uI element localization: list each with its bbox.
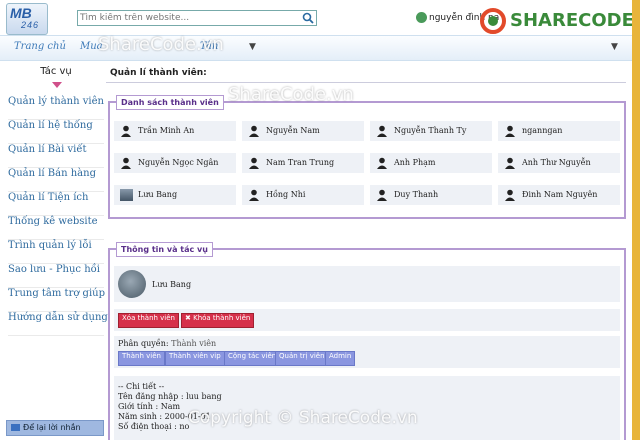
watermark-top: ShareCode.vn <box>98 34 224 55</box>
member-card[interactable]: Nguyễn Nam <box>242 121 364 141</box>
ban-member-label: Khóa thành viên <box>193 314 251 322</box>
member-card[interactable]: Nguyễn Thanh Ty <box>370 121 492 141</box>
sidebar-item-errors[interactable]: Trình quản lý lỗi <box>8 240 104 264</box>
sidebar-item-help[interactable]: Trung tâm trợ giúp <box>8 288 105 312</box>
member-card[interactable]: Trần Minh An <box>114 121 236 141</box>
sidebar-tab[interactable]: Tác vụ <box>8 66 104 88</box>
role-button-member[interactable]: Thành viên <box>118 351 165 366</box>
selected-member-name: Lưu Bang <box>152 280 192 289</box>
user-icon <box>377 157 387 169</box>
member-name: Nam Tran Trung <box>266 158 335 167</box>
sharecode-logo-text: SHARECODE.vn <box>510 10 632 31</box>
watermark-bottom: Copyright © ShareCode.vn <box>188 408 418 428</box>
window-edge <box>632 0 640 440</box>
member-name: Anh Thư Nguyễn <box>522 158 591 167</box>
detail-gender: Giới tính : Nam <box>118 402 181 411</box>
permission-value: Thành viên <box>171 339 217 348</box>
details-header: -- Chi tiết -- <box>118 382 165 391</box>
user-icon <box>249 157 259 169</box>
leave-message-button[interactable]: Để lại lời nhắn <box>6 420 104 436</box>
search-box[interactable] <box>77 10 317 26</box>
permission-row: Phân quyền: Thành viên Thành viên Thành … <box>114 336 620 368</box>
user-icon <box>377 189 387 201</box>
chevron-down-icon[interactable]: ▼ <box>249 42 256 52</box>
member-card[interactable]: Hồng Nhi <box>242 185 364 205</box>
user-icon <box>121 157 131 169</box>
logo-text-top: MB <box>10 5 32 21</box>
sidebar-tab-title: Tác vụ <box>40 66 72 77</box>
sidebar-item-statistics[interactable]: Thống kê website <box>8 216 104 240</box>
info-legend: Thông tin và tác vụ <box>116 242 213 257</box>
sidebar: Quản lý thành viên Quản lí hệ thống Quản… <box>8 96 108 336</box>
divider <box>106 82 626 83</box>
sidebar-item-backup[interactable]: Sao lưu - Phục hồi <box>8 264 104 288</box>
member-name: Nguyễn Nam <box>266 126 320 135</box>
sidebar-item-posts[interactable]: Quản lí Bài viết <box>8 144 104 168</box>
user-icon <box>249 125 259 137</box>
member-card[interactable]: Nam Tran Trung <box>242 153 364 173</box>
nav-item-home[interactable]: Trang chủ <box>14 41 66 52</box>
member-name: Đinh Nam Nguyên <box>522 190 598 199</box>
user-icon <box>249 189 259 201</box>
selected-member-row: Lưu Bang <box>114 266 620 302</box>
sharecode-logo-icon <box>480 8 506 34</box>
member-card[interactable]: Đinh Nam Nguyên <box>498 185 620 205</box>
page-title: Quản lí thành viên: <box>110 68 207 78</box>
role-button-vip[interactable]: Thành viên vip <box>165 351 225 366</box>
role-button-moderator[interactable]: Quản trị viên <box>275 351 329 366</box>
user-icon <box>377 125 387 137</box>
selected-member-avatar <box>118 270 146 298</box>
members-panel: Danh sách thành viên Trần Minh An Nguyễn… <box>108 95 626 219</box>
ban-icon: ✖ <box>185 314 191 322</box>
actions-row: Xóa thành viên ✖ Khóa thành viên <box>114 309 620 331</box>
permission-label: Phân quyền: Thành viên <box>118 339 216 348</box>
ban-member-button[interactable]: ✖ Khóa thành viên <box>181 313 255 328</box>
member-name: Nguyễn Ngọc Ngân <box>138 158 219 167</box>
member-photo <box>120 189 133 201</box>
site-logo[interactable]: MB 246 <box>6 3 48 35</box>
user-avatar-icon <box>416 12 427 23</box>
delete-member-button[interactable]: Xóa thành viên <box>118 313 179 328</box>
header: MB 246 nguyễn đình na SHARECODE.vn <box>0 0 632 35</box>
role-button-collaborator[interactable]: Cộng tác viên <box>224 351 281 366</box>
delete-member-label: Xóa thành viên <box>122 314 175 322</box>
member-name: Nguyễn Thanh Ty <box>394 126 467 135</box>
watermark-mid: ShareCode.vn <box>228 84 354 105</box>
user-icon <box>505 189 515 201</box>
message-icon <box>11 424 20 431</box>
sidebar-item-sales[interactable]: Quản lí Bán hàng <box>8 168 104 192</box>
search-icon[interactable] <box>302 12 314 24</box>
member-card[interactable]: Nguyễn Ngọc Ngân <box>114 153 236 173</box>
member-card[interactable]: Anh Thư Nguyễn <box>498 153 620 173</box>
logo-text-bottom: 246 <box>21 20 40 30</box>
member-card[interactable]: Lưu Bang <box>114 185 236 205</box>
chevron-down-icon[interactable]: ▼ <box>611 42 618 52</box>
sidebar-item-members[interactable]: Quản lý thành viên <box>8 96 104 120</box>
user-icon <box>505 157 515 169</box>
member-name: Hồng Nhi <box>266 190 306 199</box>
sidebar-item-guide[interactable]: Hướng dẫn sử dụng <box>8 312 108 336</box>
active-indicator-icon <box>52 82 62 88</box>
member-name: Anh Phạm <box>394 158 436 167</box>
detail-username: Tên đăng nhập : luu bang <box>118 392 222 401</box>
top-navbar: Trang chủ Mua Tân ▼ ▼ <box>0 35 632 61</box>
member-name: nganngan <box>522 126 563 135</box>
member-name: Trần Minh An <box>138 126 195 135</box>
user-icon <box>505 125 515 137</box>
app-window: MB 246 nguyễn đình na SHARECODE.vn Trang… <box>0 0 632 440</box>
search-input[interactable] <box>80 11 292 25</box>
sidebar-item-utilities[interactable]: Quản lí Tiện ích <box>8 192 104 216</box>
members-legend: Danh sách thành viên <box>116 95 224 110</box>
member-name: Lưu Bang <box>138 190 178 199</box>
permission-label-text: Phân quyền: <box>118 339 169 348</box>
member-card[interactable]: Duy Thanh <box>370 185 492 205</box>
member-card[interactable]: Anh Phạm <box>370 153 492 173</box>
detail-phone: Số điện thoại : no <box>118 422 190 431</box>
role-button-admin[interactable]: Admin <box>325 351 356 366</box>
member-name: Duy Thanh <box>394 190 439 199</box>
user-icon <box>121 125 131 137</box>
member-card[interactable]: nganngan <box>498 121 620 141</box>
leave-message-label: Để lại lời nhắn <box>23 423 81 432</box>
sidebar-item-system[interactable]: Quản lí hệ thống <box>8 120 104 144</box>
